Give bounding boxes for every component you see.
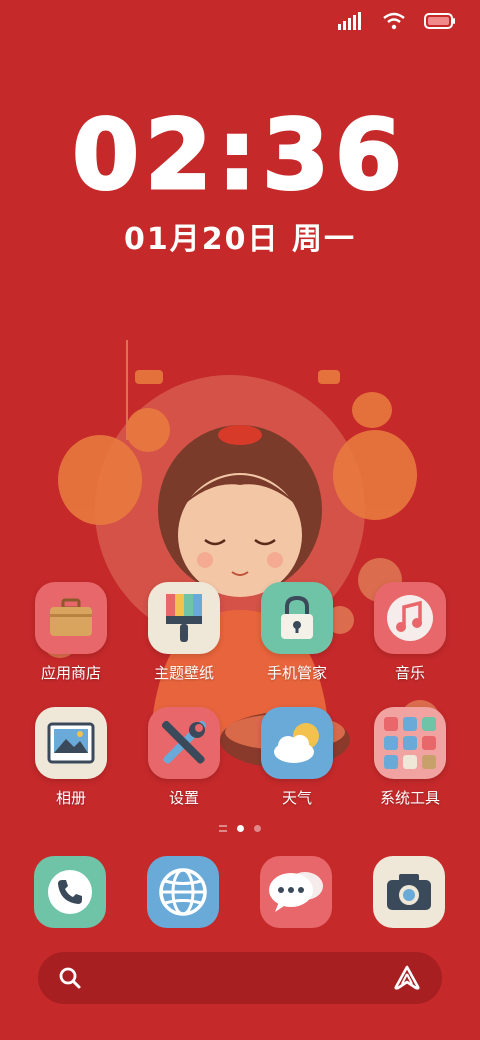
dock-camera[interactable]: [373, 856, 445, 928]
briefcase-icon: [35, 582, 107, 654]
wifi-icon: [383, 12, 405, 30]
signal-icon: [338, 12, 361, 30]
app-label: 相册: [55, 789, 86, 807]
dock-browser[interactable]: [147, 856, 219, 928]
app-gallery[interactable]: 相册: [21, 707, 121, 808]
app-label: 主题壁纸: [153, 664, 214, 682]
page-indicator: [0, 825, 480, 832]
dock-phone[interactable]: [34, 856, 106, 928]
gallery-icon: [35, 707, 107, 779]
app-label: 应用商店: [40, 664, 101, 682]
page-dot-active[interactable]: [237, 825, 244, 832]
date-label: 01月20日 周一: [124, 222, 356, 257]
app-folder-system-tools[interactable]: 系统工具: [360, 707, 460, 808]
paintbrush-icon: [148, 582, 220, 654]
feed-page-indicator[interactable]: [219, 825, 227, 832]
app-label: 天气: [281, 789, 312, 807]
app-settings[interactable]: 设置: [134, 707, 234, 808]
app-theme-wallpaper[interactable]: 主题壁纸: [134, 582, 234, 683]
search-bar[interactable]: [38, 952, 442, 1004]
chat-icon: [260, 856, 332, 928]
weather-icon: [261, 707, 333, 779]
music-note-icon: [374, 582, 446, 654]
assistant-icon[interactable]: [392, 965, 422, 991]
app-label: 手机管家: [266, 664, 327, 682]
app-label: 音乐: [394, 664, 425, 682]
lockscreen-clock: 02:36: [71, 99, 408, 212]
lock-icon: [261, 582, 333, 654]
app-weather[interactable]: 天气: [247, 707, 347, 808]
app-label: 设置: [168, 789, 199, 807]
app-app-store[interactable]: 应用商店: [21, 582, 121, 683]
globe-icon: [147, 856, 219, 928]
app-label: 系统工具: [379, 789, 440, 807]
status-bar: [338, 12, 456, 30]
app-phone-manager[interactable]: 手机管家: [247, 582, 347, 683]
battery-icon: [424, 13, 455, 29]
camera-icon: [373, 856, 445, 928]
search-icon: [59, 967, 81, 989]
folder-icon: [374, 707, 446, 779]
phone-icon: [34, 856, 106, 928]
tools-icon: [148, 707, 220, 779]
app-music[interactable]: 音乐: [360, 582, 460, 683]
dock-messages[interactable]: [260, 856, 332, 928]
page-dot[interactable]: [254, 825, 261, 832]
